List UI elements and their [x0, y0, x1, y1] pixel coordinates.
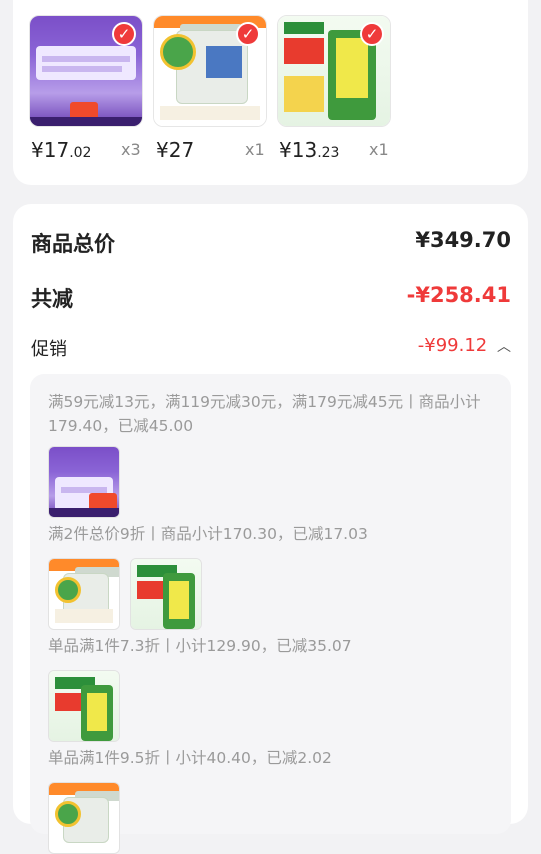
product-price-2: ¥27: [156, 138, 195, 162]
check-icon: ✓: [360, 22, 384, 46]
check-icon: ✓: [236, 22, 260, 46]
promo-toggle[interactable]: -¥99.12 ︿: [418, 335, 511, 356]
promo-label: 促销: [31, 339, 67, 360]
reduce-value: -¥258.41: [406, 283, 511, 307]
total-value: ¥349.70: [415, 228, 511, 252]
product-thumbnail-3[interactable]: ✓: [277, 15, 391, 127]
product-qty-1: x3: [121, 140, 141, 159]
price-summary-card: 商品总价 ¥349.70 共减 -¥258.41 促销 -¥99.12 ︿ 满5…: [13, 204, 528, 854]
promo-value: -¥99.12: [417, 335, 488, 356]
promo-rule-1: 满59元减13元，满119元减30元，满179元减45元丨商品小计179.40，…: [48, 393, 481, 435]
product-price-3: ¥13.23: [279, 138, 340, 162]
reduce-label: 共减: [31, 287, 73, 311]
total-label: 商品总价: [31, 232, 115, 256]
promo-product-image-1: [48, 446, 120, 518]
product-price-1: ¥17.02: [31, 138, 92, 162]
product-thumbnail-1[interactable]: ✓: [29, 15, 143, 127]
product-qty-3: x1: [369, 140, 389, 159]
promo-product-image-3: [130, 558, 202, 630]
promo-product-image-5: [48, 782, 120, 854]
check-icon: ✓: [112, 22, 136, 46]
promo-rule-3: 单品满1件7.3折丨小计129.90，已减35.07: [48, 637, 352, 655]
promo-product-image-2: [48, 558, 120, 630]
chevron-up-icon: ︿: [497, 339, 511, 355]
promo-details-panel: 满59元减13元，满119元减30元，满179元减45元丨商品小计179.40，…: [30, 374, 511, 854]
promo-rule-2: 满2件总价9折丨商品小计170.30，已减17.03: [48, 525, 368, 543]
promo-rule-4: 单品满1件9.5折丨小计40.40，已减2.02: [48, 749, 332, 767]
product-qty-2: x1: [245, 140, 265, 159]
promo-product-image-4: [48, 670, 120, 742]
product-thumbnail-2[interactable]: ✓: [153, 15, 267, 127]
products-card: ✓ ¥17.02 x3 ✓ ¥27 x1 ✓ ¥13.23 x1: [13, 0, 528, 185]
